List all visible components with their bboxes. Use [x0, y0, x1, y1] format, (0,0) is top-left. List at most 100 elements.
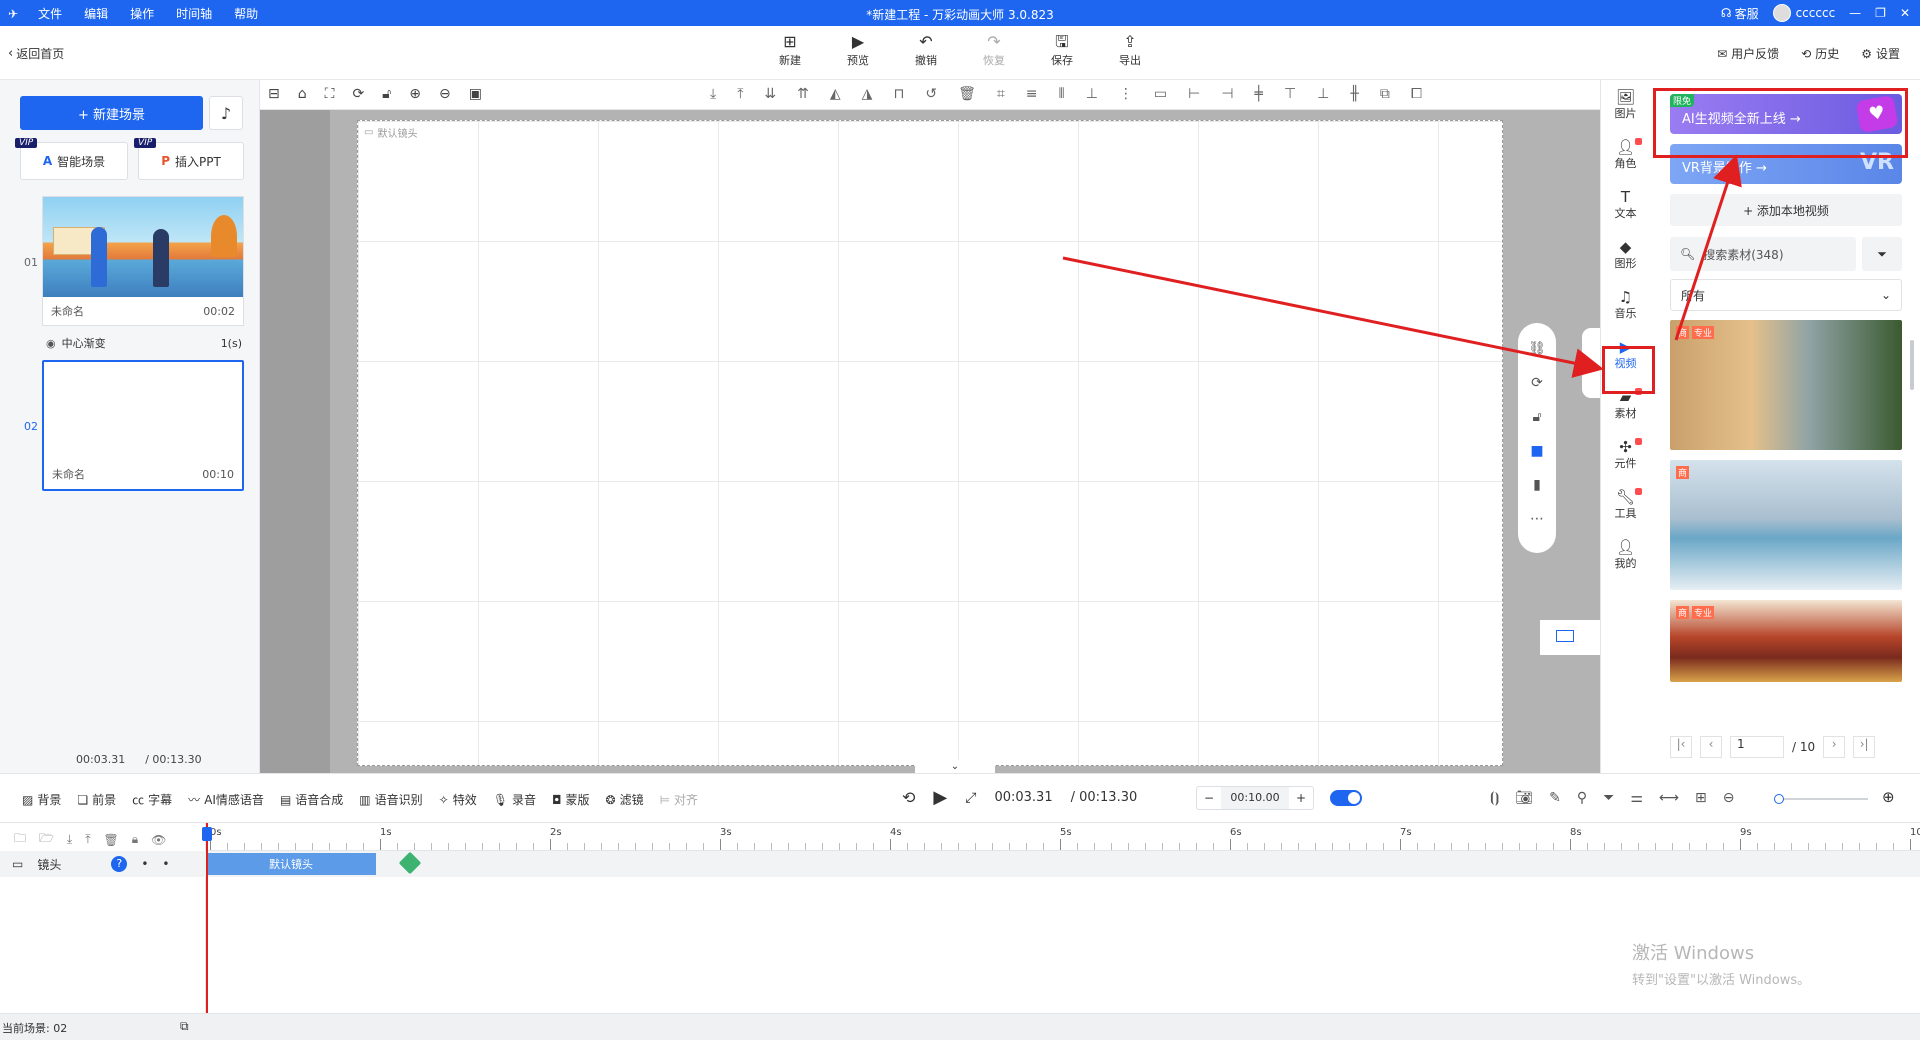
ruler-minor-tick [1842, 843, 1843, 850]
asr-button[interactable]: ▥ 语音识别 [359, 791, 422, 808]
background-label: 背景 [37, 793, 62, 807]
zoom-out-icon[interactable]: ⊖ [1723, 790, 1735, 806]
foreground-icon: ❏ [77, 792, 89, 807]
align-icon: ⊨ [659, 792, 671, 807]
play-icon[interactable]: ▶ [933, 787, 947, 808]
ruler-tick: 1s [380, 827, 392, 838]
foreground-button[interactable]: ❏ 前景 [77, 791, 116, 808]
ruler-minor-tick [499, 843, 500, 850]
track-row-header[interactable]: ▭ 镜头 ? • • [0, 851, 206, 877]
ruler-minor-tick [1128, 843, 1129, 850]
track-header-panel: 🗀 🗁 ⤓ ⤒ 🗑︎ 🔒︎ 👁︎ ▭ 镜头 ? • • [0, 823, 206, 1013]
camera-clip[interactable]: 默认镜头 [206, 853, 376, 875]
ruler-tick: 9s [1740, 827, 1752, 838]
ruler-minor-tick [1162, 843, 1163, 850]
effects-icon: ✧ [438, 792, 449, 807]
subtitle-icon: ㏄ [132, 793, 145, 807]
ruler-minor-tick [1077, 843, 1078, 850]
plus-icon[interactable]: + [1289, 791, 1313, 805]
ruler-minor-tick [1383, 843, 1384, 850]
ruler-tick: 2s [550, 827, 562, 838]
ruler-minor-tick [1893, 843, 1894, 850]
ruler-minor-tick [618, 843, 619, 850]
ruler-minor-tick [1485, 843, 1486, 850]
ruler-minor-tick [244, 843, 245, 850]
move-up-icon[interactable]: ⤒ [85, 832, 90, 847]
rewind-icon[interactable]: ⟲ [902, 788, 915, 807]
ruler-minor-tick [1332, 843, 1333, 850]
ruler-minor-tick [958, 843, 959, 850]
ruler-minor-tick [1502, 843, 1503, 850]
subtitle-button[interactable]: ㏄字幕 [132, 791, 172, 808]
move-down-icon[interactable]: ⤓ [67, 832, 72, 847]
ruler-tick: 6s [1230, 827, 1242, 838]
help-icon[interactable]: ? [111, 856, 128, 872]
record-label: 录音 [511, 793, 536, 807]
time-ruler[interactable]: 0s1s2s3s4s5s6s7s8s9s10s [206, 823, 1920, 851]
ruler-minor-tick [584, 843, 585, 850]
ruler-major-tick [380, 839, 381, 850]
funnel-icon[interactable]: ⏷ [1603, 790, 1614, 806]
subtitle-label: 字幕 [148, 793, 173, 807]
fullscreen-icon[interactable]: ⤢ [965, 790, 976, 806]
ruler-minor-tick [329, 843, 330, 850]
ruler-minor-tick [465, 843, 466, 850]
zoom-slider[interactable] [1774, 794, 1868, 804]
filter-button[interactable]: ❂ 滤镜 [606, 791, 644, 808]
ruler-minor-tick [1366, 843, 1367, 850]
toggle-switch[interactable] [1330, 790, 1362, 806]
fit-width-icon[interactable]: ⟷ [1659, 790, 1679, 806]
ruler-minor-tick [1298, 843, 1299, 850]
ruler-minor-tick [1145, 843, 1146, 850]
zoom-in-icon[interactable]: ⊕ [1882, 788, 1895, 806]
ruler-minor-tick [635, 843, 636, 850]
ruler-minor-tick [856, 843, 857, 850]
effects-button[interactable]: ✧ 特效 [439, 791, 477, 808]
trash-icon[interactable]: 🗑︎ [104, 833, 119, 847]
duration-stepper[interactable]: − 00:10.00 + [1196, 786, 1314, 810]
minus-icon[interactable]: − [1197, 791, 1221, 805]
eye-icon[interactable]: 👁︎ [151, 833, 166, 847]
mask-button[interactable]: ◘ 蒙版 [552, 791, 590, 808]
ruler-minor-tick [669, 843, 670, 850]
ai-voice-button[interactable]: 〰 AI情感语音 [188, 791, 264, 808]
ruler-minor-tick [1417, 843, 1418, 850]
align-button[interactable]: ⊨ 对齐 [660, 791, 698, 808]
ruler-minor-tick [941, 843, 942, 850]
ruler-minor-tick [516, 843, 517, 850]
playhead[interactable] [202, 823, 212, 1013]
copy-icon[interactable]: ⧉ [180, 1019, 189, 1034]
ruler-minor-tick [1026, 843, 1027, 850]
ai-voice-label: AI情感语音 [204, 793, 264, 807]
ruler-minor-tick [839, 843, 840, 850]
ruler-major-tick [1570, 839, 1571, 850]
add-keyframe-icon[interactable] [398, 851, 422, 875]
ruler-minor-tick [1706, 843, 1707, 850]
playhead-handle[interactable] [202, 827, 212, 841]
windows-activation-watermark: 激活 Windows 转到"设置"以激活 Windows。 [1632, 939, 1810, 988]
camera-icon[interactable]: 📷︎ [1515, 790, 1533, 806]
ruler-minor-tick [431, 843, 432, 850]
split-icon[interactable]: ⦗⦘ [1490, 790, 1499, 806]
ruler-minor-tick [1519, 843, 1520, 850]
new-folder-icon[interactable]: 🗁 [39, 829, 54, 850]
sliders-icon[interactable]: ⚌ [1630, 790, 1643, 806]
zoom-slider-handle[interactable] [1774, 794, 1784, 804]
ruler-tick: 7s [1400, 827, 1412, 838]
ruler-minor-tick [1876, 843, 1877, 850]
ruler-minor-tick [788, 843, 789, 850]
ruler-minor-tick [1281, 843, 1282, 850]
duration-value[interactable]: 00:10.00 [1221, 787, 1289, 809]
tts-button[interactable]: ▤ 语音合成 [280, 791, 343, 808]
grid-icon[interactable]: ⊞ [1695, 790, 1707, 806]
lock-icon[interactable]: 🔒︎ [132, 832, 138, 847]
record-button[interactable]: 🎙︎ 录音 [493, 791, 536, 808]
edit-icon[interactable]: ✎ [1549, 790, 1561, 806]
ruler-minor-tick [227, 843, 228, 850]
background-button[interactable]: ▨ 背景 [22, 791, 61, 808]
pin-icon[interactable]: ⚲ [1577, 790, 1587, 806]
ruler-minor-tick [1247, 843, 1248, 850]
playback-current: 00:03.31 [994, 790, 1053, 805]
ruler-major-tick [1400, 839, 1401, 850]
add-folder-icon[interactable]: 🗀 [14, 829, 26, 850]
